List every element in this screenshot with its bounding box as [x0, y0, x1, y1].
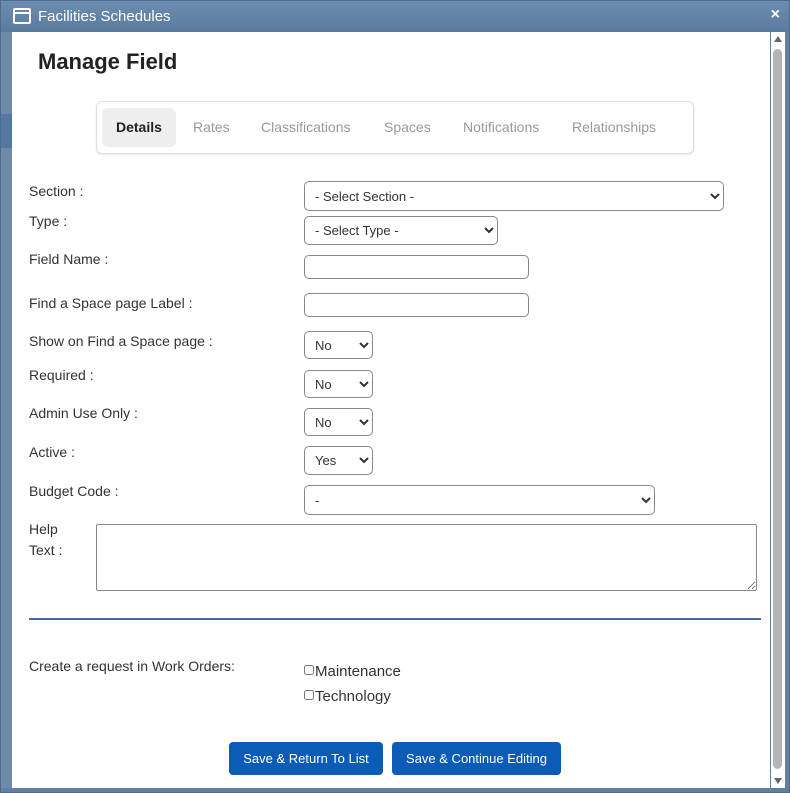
help-text-label-line1: Help	[29, 521, 58, 537]
maintenance-checkbox[interactable]	[304, 665, 314, 675]
technology-option[interactable]: Technology	[304, 688, 391, 705]
tab-notifications[interactable]: Notifications	[463, 108, 539, 147]
window-title: Facilities Schedules	[38, 8, 171, 25]
help-text-input[interactable]	[96, 524, 757, 591]
section-label: Section :	[29, 183, 84, 199]
maintenance-option[interactable]: Maintenance	[304, 663, 401, 680]
background-mark	[1, 114, 12, 148]
space-label-input[interactable]	[304, 293, 529, 317]
admin-only-label: Admin Use Only :	[29, 405, 138, 421]
scroll-down-icon[interactable]	[774, 778, 782, 784]
field-name-input[interactable]	[304, 255, 529, 279]
field-name-label: Field Name :	[29, 251, 109, 267]
help-text-label-line2: Text :	[29, 542, 63, 558]
section-divider	[29, 618, 761, 620]
dialog-window: Facilities Schedules × Manage Field Deta…	[0, 0, 790, 793]
dialog-content: Manage Field Details Rates Classificatio…	[12, 32, 770, 788]
admin-only-select[interactable]: No	[304, 408, 373, 436]
show-on-find-select[interactable]: No	[304, 331, 373, 359]
scroll-thumb[interactable]	[773, 49, 782, 769]
background-strip	[1, 32, 12, 788]
save-continue-button[interactable]: Save & Continue Editing	[392, 742, 561, 775]
save-return-button[interactable]: Save & Return To List	[229, 742, 383, 775]
type-label: Type :	[29, 213, 68, 229]
tab-classifications[interactable]: Classifications	[261, 108, 350, 147]
scroll-up-icon[interactable]	[774, 36, 782, 42]
tab-details[interactable]: Details	[102, 108, 176, 147]
tab-rates[interactable]: Rates	[193, 108, 230, 147]
budget-code-label: Budget Code :	[29, 483, 119, 499]
tab-bar: Details Rates Classifications Spaces Not…	[96, 101, 694, 154]
technology-checkbox[interactable]	[304, 690, 314, 700]
show-on-find-label: Show on Find a Space page :	[29, 333, 213, 349]
work-orders-label: Create a request in Work Orders:	[29, 658, 235, 674]
type-select[interactable]: - Select Type -	[304, 216, 498, 245]
technology-label: Technology	[315, 688, 391, 705]
active-label: Active :	[29, 444, 75, 460]
titlebar[interactable]: Facilities Schedules ×	[1, 1, 789, 32]
space-label-label: Find a Space page Label :	[29, 295, 193, 311]
window-icon	[13, 8, 31, 24]
page-title: Manage Field	[38, 49, 178, 74]
required-select[interactable]: No	[304, 370, 373, 398]
tab-spaces[interactable]: Spaces	[384, 108, 431, 147]
section-select[interactable]: - Select Section -	[304, 181, 724, 211]
budget-code-select[interactable]: -	[304, 485, 655, 515]
maintenance-label: Maintenance	[315, 663, 401, 680]
required-label: Required :	[29, 367, 94, 383]
active-select[interactable]: Yes	[304, 446, 373, 475]
tab-relationships[interactable]: Relationships	[572, 108, 656, 147]
vertical-scrollbar[interactable]	[771, 32, 785, 788]
close-icon[interactable]: ×	[771, 6, 780, 24]
